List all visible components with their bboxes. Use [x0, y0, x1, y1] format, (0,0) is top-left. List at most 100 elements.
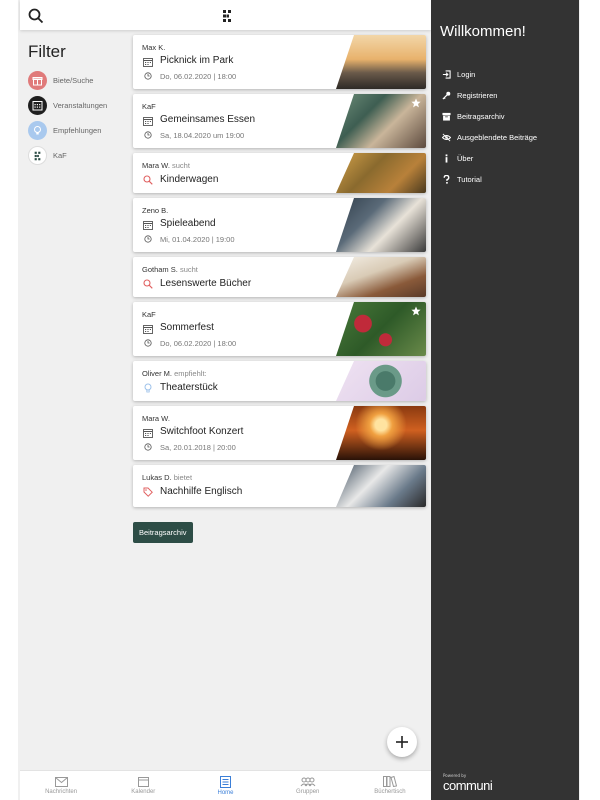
filter-item-kaf[interactable]: KaF [28, 143, 133, 168]
post-title: Lesenswerte Bücher [160, 278, 252, 289]
sidebar-item-registrieren[interactable]: Registrieren [442, 85, 537, 106]
sidebar-item-label: Über [457, 154, 474, 163]
filter-label: Empfehlungen [53, 126, 102, 135]
star-icon[interactable] [411, 306, 421, 316]
post-author: Oliver M. [142, 369, 172, 378]
post-date: Mi, 01.04.2020 | 19:00 [160, 235, 235, 244]
clock-icon [144, 72, 152, 80]
nav-nachrichten[interactable]: Nachrichten [20, 771, 102, 800]
nav-home[interactable]: Home [184, 771, 266, 800]
clock-icon [144, 443, 152, 451]
nav-label: Home [217, 789, 234, 796]
post-author-line: Mara W. [142, 414, 170, 423]
kaf-logo-icon [28, 146, 47, 165]
post-title: Picknick im Park [160, 55, 234, 66]
filter-item-empfehlungen[interactable]: Empfehlungen [28, 118, 133, 143]
search-icon[interactable] [28, 8, 44, 24]
post-author-line: Lukas D. bietet [142, 473, 192, 482]
left-margin [0, 0, 18, 800]
post-author-line: KaF [142, 310, 156, 319]
post-card[interactable]: KaF Gemeinsames Essen Sa, 18.04.2020 um … [133, 94, 426, 148]
post-title: Nachhilfe Englisch [160, 486, 243, 497]
post-card[interactable]: Mara W. sucht Kinderwagen [133, 153, 426, 193]
post-date: Do, 06.02.2020 | 18:00 [160, 72, 237, 81]
group-icon [300, 777, 316, 786]
post-image-board-game [336, 198, 426, 252]
post-date: Do, 06.02.2020 | 18:00 [160, 339, 237, 348]
calendar-icon [137, 777, 149, 787]
books-icon [382, 776, 397, 787]
archive-icon [442, 112, 451, 121]
search-icon [143, 279, 153, 289]
filter-panel: Filter Biete/Suche Veranstaltungen Empfe… [28, 42, 133, 168]
filter-label: KaF [53, 151, 67, 160]
calendar-icon [143, 429, 153, 438]
filter-title: Filter [28, 42, 66, 61]
info-icon [445, 154, 448, 163]
post-title: Sommerfest [160, 322, 214, 333]
archive-button[interactable]: Beitragsarchiv [133, 522, 193, 543]
post-author: KaF [142, 310, 156, 319]
sidebar-item-ausgeblendete-beitraege[interactable]: Ausgeblendete Beiträge [442, 127, 537, 148]
post-image-desk-study [336, 465, 426, 507]
post-date: Sa, 18.04.2020 um 19:00 [160, 131, 245, 140]
post-card[interactable]: KaF Sommerfest Do, 06.02.2020 | 18:00 [133, 302, 426, 356]
eye-off-icon [442, 133, 451, 142]
post-card[interactable]: Zeno B. Spieleabend Mi, 01.04.2020 | 19:… [133, 198, 426, 252]
nav-label: Gruppen [296, 788, 320, 795]
tag-icon [143, 487, 153, 497]
nav-label: Nachrichten [45, 788, 78, 795]
post-author-line: Zeno B. [142, 206, 168, 215]
login-icon [442, 70, 451, 79]
clock-icon [144, 339, 152, 347]
gift-icon [28, 71, 47, 90]
post-card[interactable]: Oliver M. empfiehlt: Theaterstück [133, 361, 426, 401]
sidebar-title: Willkommen! [440, 23, 526, 40]
brand-name: communi [443, 778, 493, 793]
post-author-line: Max K. [142, 43, 165, 52]
sidebar-item-label: Ausgeblendete Beiträge [457, 133, 538, 142]
post-author: Mara W. [142, 161, 170, 170]
post-image-autumn-park [336, 153, 426, 193]
post-card[interactable]: Lukas D. bietet Nachhilfe Englisch [133, 465, 426, 507]
clock-icon [144, 131, 152, 139]
post-title: Kinderwagen [160, 174, 219, 185]
post-author-line: Oliver M. empfiehlt: [142, 369, 207, 378]
sidebar-item-beitragsarchiv[interactable]: Beitragsarchiv [442, 106, 537, 127]
kaf-logo-icon[interactable] [221, 9, 233, 23]
sidebar-drawer: Willkommen! Login Registrieren Beitragsa… [431, 0, 579, 800]
calendar-icon [143, 58, 153, 67]
post-verb: bietet [173, 473, 193, 482]
key-icon [442, 91, 451, 100]
add-post-button[interactable] [387, 727, 417, 757]
post-card[interactable]: Gotham S. sucht Lesenswerte Bücher [133, 257, 426, 297]
sidebar-item-label: Beitragsarchiv [457, 112, 505, 121]
sidebar-item-ueber[interactable]: Über [442, 148, 537, 169]
filter-item-veranstaltungen[interactable]: Veranstaltungen [28, 93, 133, 118]
bottom-navigation: Nachrichten Kalender Home Gruppen Bücher… [20, 770, 431, 800]
post-date: Sa, 20.01.2018 | 20:00 [160, 443, 236, 452]
sidebar-item-login[interactable]: Login [442, 64, 537, 85]
post-card[interactable]: Max K. Picknick im Park Do, 06.02.2020 |… [133, 35, 426, 89]
lightbulb-icon [28, 121, 47, 140]
nav-label: Kalender [131, 789, 156, 795]
star-icon[interactable] [411, 98, 421, 108]
nav-buechertisch[interactable]: Büchertisch [349, 771, 431, 800]
sidebar-menu: Login Registrieren Beitragsarchiv Ausgeb… [442, 64, 537, 190]
post-title: Switchfoot Konzert [160, 426, 244, 437]
post-author-line: KaF [142, 102, 156, 111]
calendar-icon [28, 96, 47, 115]
nav-gruppen[interactable]: Gruppen [267, 771, 349, 800]
calendar-icon [143, 117, 153, 126]
post-author: Zeno B. [142, 206, 169, 215]
filter-item-biete-suche[interactable]: Biete/Suche [28, 68, 133, 93]
post-image-concert-crowd [336, 406, 426, 460]
post-card[interactable]: Mara W. Switchfoot Konzert Sa, 20.01.201… [133, 406, 426, 460]
post-title: Gemeinsames Essen [160, 114, 256, 125]
question-icon [443, 175, 450, 184]
sidebar-item-tutorial[interactable]: Tutorial [442, 169, 537, 190]
home-list-icon [220, 775, 231, 788]
nav-kalender[interactable]: Kalender [102, 771, 184, 800]
filter-label: Biete/Suche [53, 76, 94, 85]
sidebar-item-label: Login [457, 70, 476, 79]
